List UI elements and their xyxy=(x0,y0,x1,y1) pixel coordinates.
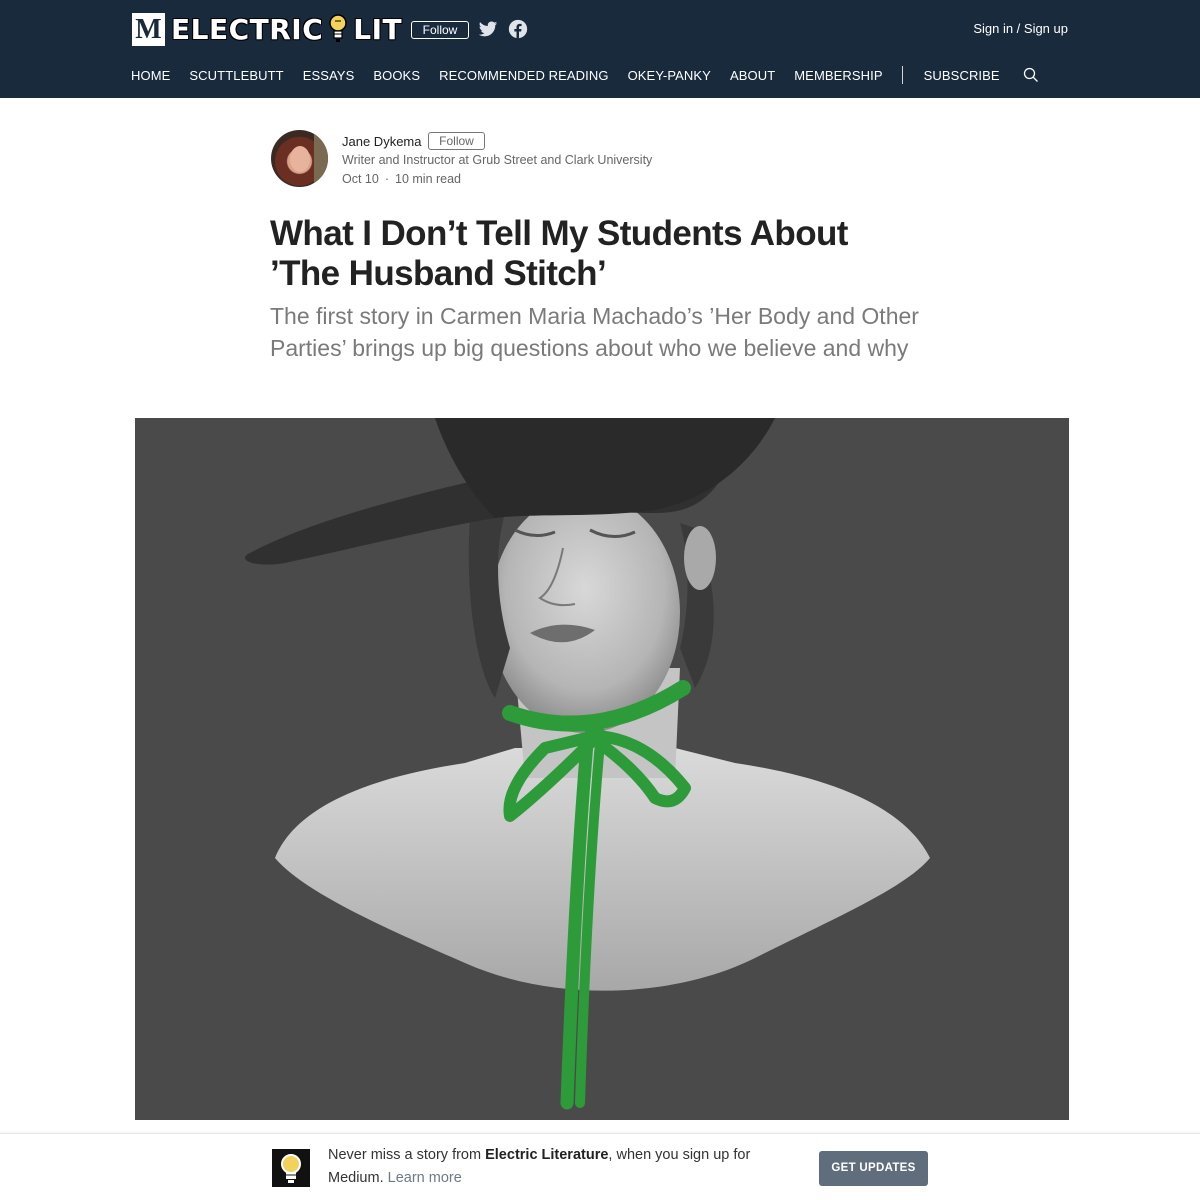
learn-more-link[interactable]: Learn more xyxy=(388,1170,462,1186)
nav-item-okey-panky[interactable]: OKEY-PANKY xyxy=(628,68,711,83)
signup-banner: Never miss a story from Electric Literat… xyxy=(0,1133,1200,1200)
medium-logo[interactable]: M xyxy=(132,13,165,46)
follow-author-button[interactable]: Follow xyxy=(428,132,485,150)
banner-text-before: Never miss a story from xyxy=(328,1147,486,1163)
facebook-icon[interactable] xyxy=(508,19,528,39)
search-icon[interactable] xyxy=(1023,67,1039,83)
meta-separator: · xyxy=(384,172,389,186)
get-updates-button[interactable]: GET UPDATES xyxy=(819,1151,928,1186)
nav-item-essays[interactable]: ESSAYS xyxy=(303,68,355,83)
author-name[interactable]: Jane Dykema xyxy=(342,134,421,149)
nav-item-about[interactable]: ABOUT xyxy=(730,68,775,83)
site-header: M ELECTRIC LIT Follow Sign in / Sign up … xyxy=(0,0,1200,98)
article-title: What I Don’t Tell My Students About ’The… xyxy=(270,214,848,293)
lightbulb-icon xyxy=(281,1154,301,1183)
nav-item-scuttlebutt[interactable]: SCUTTLEBUTT xyxy=(189,68,283,83)
hero-illustration xyxy=(135,418,1069,1120)
banner-publication-name: Electric Literature xyxy=(485,1147,609,1163)
electric-lit-logo[interactable] xyxy=(272,1149,310,1187)
author-avatar[interactable] xyxy=(271,130,328,187)
hero-image xyxy=(135,418,1069,1120)
nav-divider xyxy=(901,66,903,84)
nav-item-home[interactable]: HOME xyxy=(131,68,170,83)
nav-item-subscribe[interactable]: SUBSCRIBE xyxy=(924,68,1000,83)
article-meta: Oct 10 · 10 min read xyxy=(342,172,461,186)
brand-right-text: LIT xyxy=(353,13,403,46)
signup-banner-text: Never miss a story from Electric Literat… xyxy=(328,1144,798,1190)
lightbulb-icon xyxy=(329,13,348,42)
nav-item-books[interactable]: BOOKS xyxy=(373,68,420,83)
sign-in-link[interactable]: Sign in / Sign up xyxy=(973,21,1068,36)
read-time: 10 min read xyxy=(395,172,462,186)
main-nav: HOME SCUTTLEBUTT ESSAYS BOOKS RECOMMENDE… xyxy=(131,66,1039,84)
article-subtitle: The first story in Carmen Maria Machado’… xyxy=(270,303,919,361)
nav-item-recommended-reading[interactable]: RECOMMENDED READING xyxy=(439,68,608,83)
electric-lit-wordmark[interactable]: ELECTRIC LIT xyxy=(171,13,402,46)
avatar-background xyxy=(314,130,328,187)
twitter-icon[interactable] xyxy=(478,19,498,39)
nav-item-membership[interactable]: MEMBERSHIP xyxy=(794,68,882,83)
author-bio: Writer and Instructor at Grub Street and… xyxy=(342,153,653,167)
follow-publication-button[interactable]: Follow xyxy=(411,21,469,39)
brand-left-text: ELECTRIC xyxy=(171,13,324,46)
avatar-face xyxy=(290,146,310,172)
publication-logo[interactable]: M ELECTRIC LIT xyxy=(132,13,402,46)
publish-date[interactable]: Oct 10 xyxy=(342,172,379,186)
